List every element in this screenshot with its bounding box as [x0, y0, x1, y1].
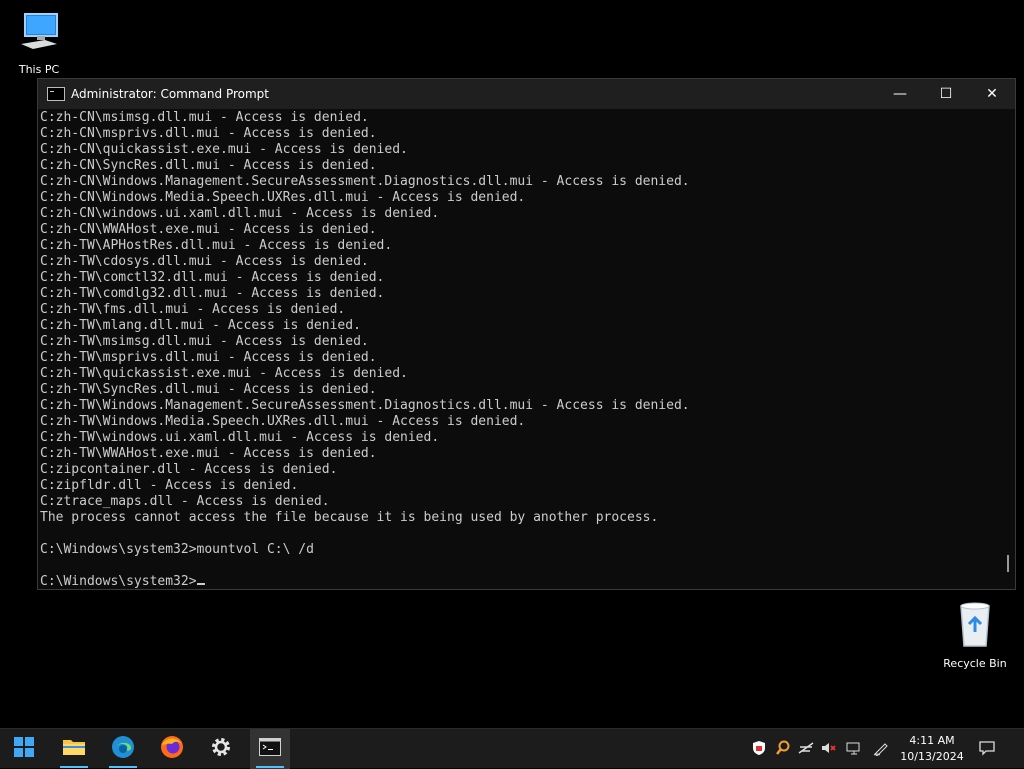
taskbar: 4:11 AM 10/13/2024: [0, 728, 1024, 769]
minimize-button[interactable]: —: [877, 79, 923, 109]
window-titlebar[interactable]: Administrator: Command Prompt — ☐ ✕: [38, 79, 1015, 109]
gear-icon: [210, 736, 232, 762]
console-line: C:zh-TW\mlang.dll.mui - Access is denied…: [40, 318, 361, 333]
console-line: C:ztrace_maps.dll - Access is denied.: [40, 494, 330, 509]
maximize-button[interactable]: ☐: [923, 79, 969, 109]
clock-date: 10/13/2024: [900, 750, 964, 763]
console-line: C:zh-CN\quickassist.exe.mui - Access is …: [40, 142, 408, 157]
taskbar-edge[interactable]: [103, 729, 143, 769]
start-button[interactable]: [4, 729, 44, 769]
display-icon[interactable]: [845, 739, 863, 757]
console-scrollbar[interactable]: [1007, 555, 1009, 572]
recycle-bin-icon: [951, 602, 999, 653]
console-prompt-line: C:\Windows\system32>: [40, 574, 1000, 590]
edge-icon: [111, 735, 135, 763]
this-pc-label: This PC: [18, 63, 60, 76]
console-line: C:zh-CN\SyncRes.dll.mui - Access is deni…: [40, 158, 377, 173]
console-output[interactable]: C:zh-CN\msimsg.dll.mui - Access is denie…: [40, 110, 1000, 590]
console-line: C:zh-TW\windows.ui.xaml.dll.mui - Access…: [40, 430, 440, 445]
windows-start-icon: [14, 737, 34, 761]
firefox-icon: [160, 735, 184, 763]
notifications-icon[interactable]: [978, 739, 996, 757]
console-line: C:zh-TW\comdlg32.dll.mui - Access is den…: [40, 286, 385, 301]
search-magnifier-icon[interactable]: [774, 739, 792, 757]
taskbar-settings[interactable]: [201, 729, 241, 769]
clock-time: 4:11 AM: [909, 734, 955, 747]
taskbar-file-explorer[interactable]: [54, 729, 94, 769]
terminal-icon: [259, 738, 281, 760]
console-line: C:zh-TW\msimsg.dll.mui - Access is denie…: [40, 334, 369, 349]
console-line: C:zh-CN\windows.ui.xaml.dll.mui - Access…: [40, 206, 440, 221]
recycle-bin-label: Recycle Bin: [943, 657, 1007, 670]
window-title: Administrator: Command Prompt: [71, 87, 269, 101]
console-line: C:zipfldr.dll - Access is denied.: [40, 478, 299, 493]
console-line: C:zh-CN\WWAHost.exe.mui - Access is deni…: [40, 222, 377, 237]
command-prompt-icon: [47, 87, 65, 101]
console-line: C:zh-TW\quickassist.exe.mui - Access is …: [40, 366, 408, 381]
console-line: C:zh-CN\msprivs.dll.mui - Access is deni…: [40, 126, 377, 141]
console-line: C:zipcontainer.dll - Access is denied.: [40, 462, 338, 477]
console-line: C:zh-TW\APHostRes.dll.mui - Access is de…: [40, 238, 393, 253]
console-line: C:zh-TW\comctl32.dll.mui - Access is den…: [40, 270, 385, 285]
security-shield-icon[interactable]: [750, 739, 768, 757]
console-prompt: C:\Windows\system32>: [40, 574, 197, 589]
taskbar-command-prompt[interactable]: [250, 729, 290, 769]
console-line: C:\Windows\system32>mountvol C:\ /d: [40, 542, 314, 557]
console-line: C:zh-CN\msimsg.dll.mui - Access is denie…: [40, 110, 369, 125]
monitor-icon: [15, 13, 63, 59]
console-line: C:zh-TW\cdosys.dll.mui - Access is denie…: [40, 254, 369, 269]
console-line: C:zh-TW\Windows.Media.Speech.UXRes.dll.m…: [40, 414, 526, 429]
pen-icon[interactable]: [872, 739, 890, 757]
console-line: C:zh-CN\Windows.Media.Speech.UXRes.dll.m…: [40, 190, 526, 205]
this-pc-shortcut[interactable]: This PC: [3, 8, 75, 76]
console-line: C:zh-TW\SyncRes.dll.mui - Access is deni…: [40, 382, 377, 397]
console-line: C:zh-TW\fms.dll.mui - Access is denied.: [40, 302, 346, 317]
recycle-bin-shortcut[interactable]: Recycle Bin: [939, 600, 1011, 670]
console-line: C:zh-TW\msprivs.dll.mui - Access is deni…: [40, 350, 377, 365]
clock[interactable]: 4:11 AM 10/13/2024: [896, 731, 968, 769]
text-cursor: [196, 583, 205, 585]
console-line: The process cannot access the file becau…: [40, 510, 659, 525]
taskbar-firefox[interactable]: [152, 729, 192, 769]
network-disconnected-icon[interactable]: [797, 739, 815, 757]
close-button[interactable]: ✕: [969, 79, 1015, 109]
console-line: C:zh-TW\Windows.Management.SecureAssessm…: [40, 398, 690, 413]
command-prompt-window[interactable]: Administrator: Command Prompt — ☐ ✕ C:zh…: [37, 78, 1016, 590]
folder-icon: [62, 737, 86, 761]
volume-muted-icon[interactable]: [820, 739, 838, 757]
console-line: C:zh-TW\WWAHost.exe.mui - Access is deni…: [40, 446, 377, 461]
console-line: C:zh-CN\Windows.Management.SecureAssessm…: [40, 174, 690, 189]
